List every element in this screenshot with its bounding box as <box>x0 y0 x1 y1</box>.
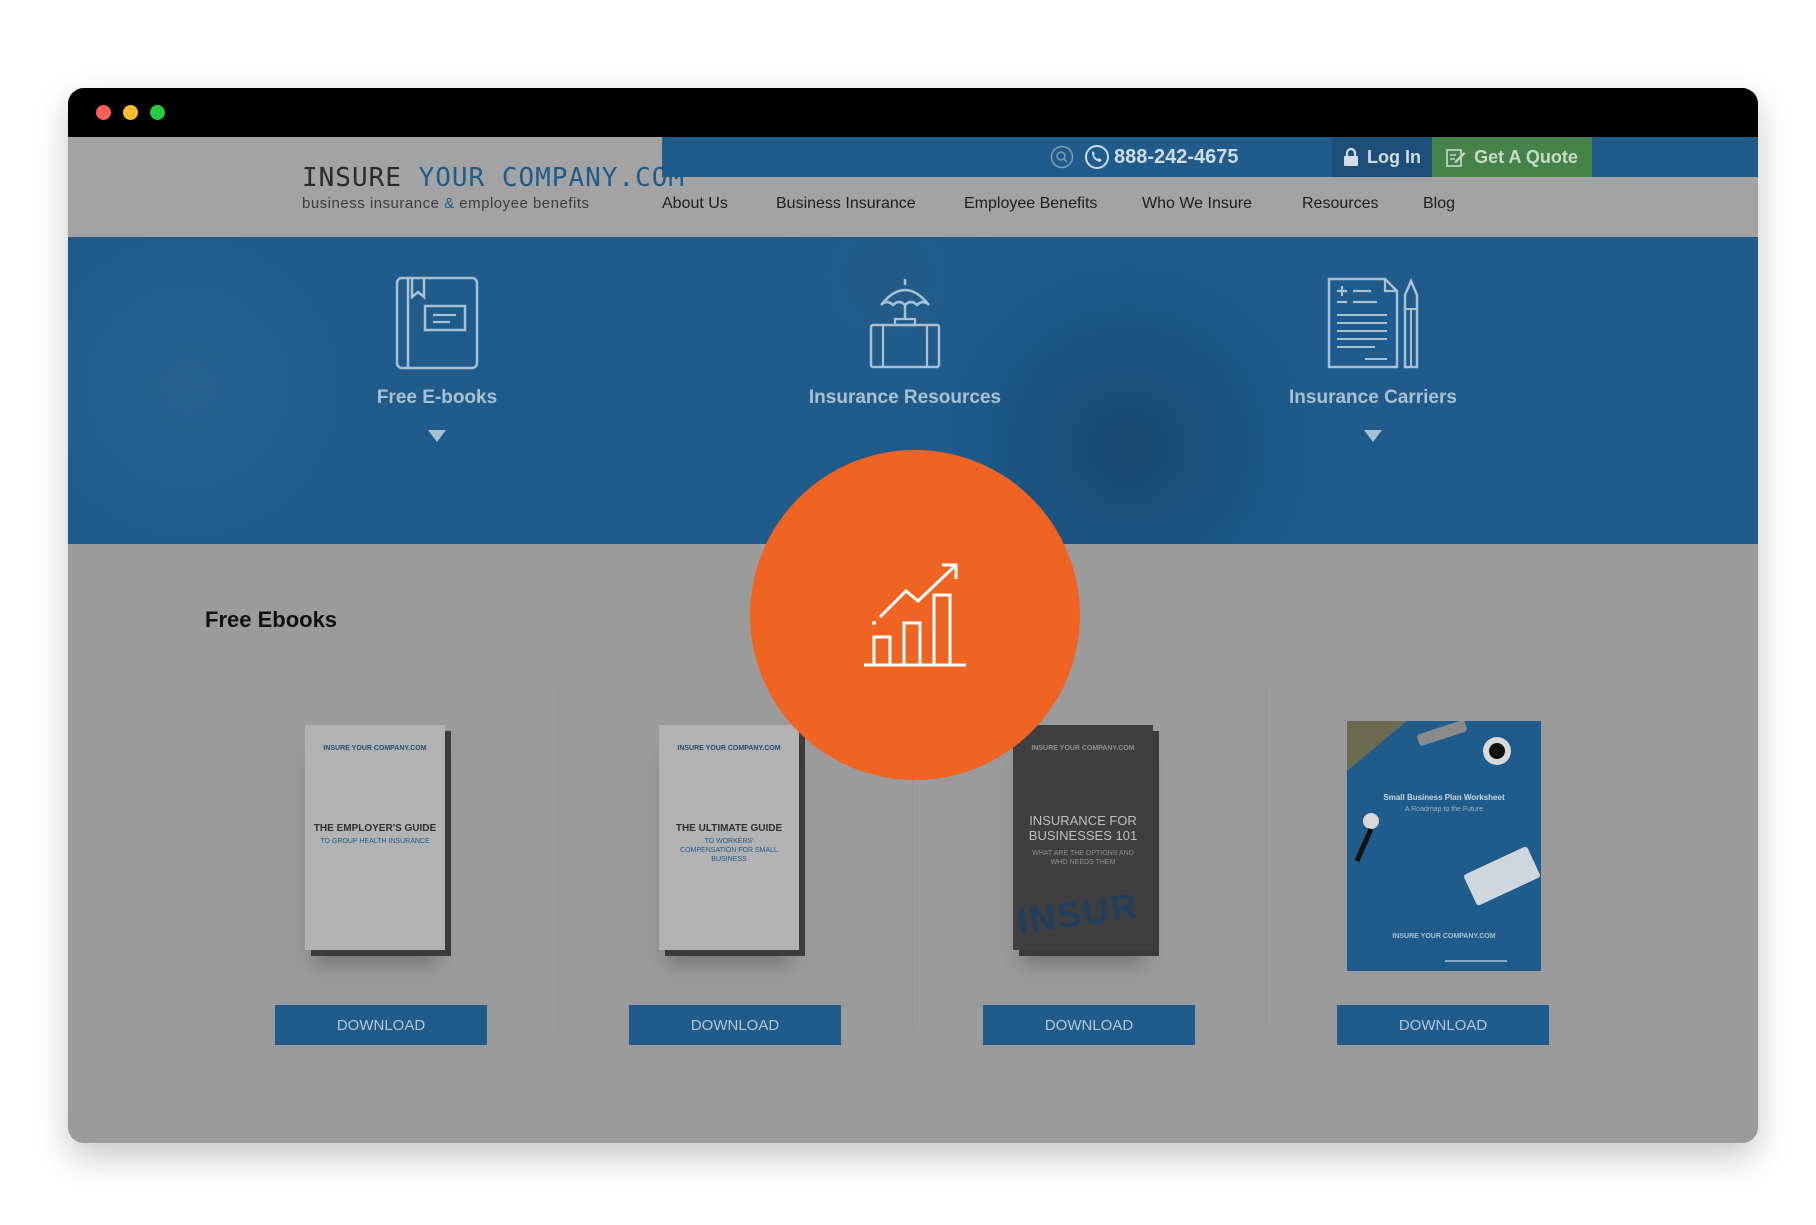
logo-part-2: YOUR COMPANY.COM <box>418 163 686 193</box>
ebook-cover-brand: INSURE YOUR COMPANY.COM <box>1031 745 1135 752</box>
ebook-cover-subtitle: A Roadmap to the Future <box>1404 806 1484 813</box>
ebook-cover-brand: INSURE YOUR COMPANY.COM <box>323 745 427 752</box>
site-header: INSURE YOUR COMPANY.COM business insuran… <box>68 137 1758 237</box>
ebook-cover-subtitle: TO WORKERS' COMPENSATION FOR SMALL BUSIN… <box>680 838 778 863</box>
login-button[interactable]: Log In <box>1332 137 1432 177</box>
ebook-cover-brand: INSURE YOUR COMPANY.COM <box>677 745 781 752</box>
ebook-card: INSURE YOUR COMPANY.COM THE EMPLOYER'S G… <box>205 685 559 1045</box>
phone-icon <box>1085 145 1109 169</box>
nav-resources[interactable]: Resources <box>1302 195 1378 213</box>
logo-wordmark: INSURE YOUR COMPANY.COM <box>302 163 685 193</box>
phone-number: 888-242-4675 <box>1114 145 1239 168</box>
nav-business-insurance[interactable]: Business Insurance <box>776 195 916 213</box>
browser-window: INSURE YOUR COMPANY.COM business insuran… <box>68 88 1758 1143</box>
hero-free-ebooks[interactable]: Free E-books <box>257 237 617 544</box>
growth-chart-badge <box>750 450 1080 780</box>
chevron-down-icon <box>1364 430 1382 442</box>
growth-chart-icon <box>864 563 966 667</box>
get-quote-label: Get A Quote <box>1474 146 1578 167</box>
phone-link[interactable]: 888-242-4675 <box>1084 143 1239 171</box>
hero-insurance-resources-label: Insurance Resources <box>808 387 1002 408</box>
ebook-cover-title: Small Business Plan Worksheet <box>1383 793 1505 802</box>
search-button[interactable] <box>1050 145 1074 169</box>
close-window-button[interactable] <box>96 105 111 120</box>
section-title: Free Ebooks <box>205 607 338 632</box>
hero-free-ebooks-label: Free E-books <box>376 387 498 408</box>
chevron-down-icon <box>428 430 446 442</box>
ebook-cover-title: INSURANCE FOR BUSINESSES 101 <box>1028 813 1138 843</box>
document-pen-icon <box>1325 275 1421 376</box>
ebook-cover-subtitle: WHAT ARE THE OPTIONS AND WHO NEEDS THEM <box>1032 850 1134 866</box>
ebook-cover-subtitle: TO GROUP HEALTH INSURANCE <box>320 838 430 845</box>
download-button[interactable]: DOWNLOAD <box>983 1005 1195 1045</box>
lock-icon <box>1344 147 1358 166</box>
tagline-part-2: employee benefits <box>454 195 590 212</box>
logo-part-1: INSURE <box>302 163 419 193</box>
download-button[interactable]: DOWNLOAD <box>1337 1005 1549 1045</box>
login-label: Log In <box>1367 146 1421 167</box>
maximize-window-button[interactable] <box>150 105 165 120</box>
minimize-window-button[interactable] <box>123 105 138 120</box>
window-titlebar <box>68 88 1758 137</box>
ebook-cover[interactable]: INSURE YOUR COMPANY.COM THE EMPLOYER'S G… <box>305 725 445 950</box>
ebook-cover[interactable]: INSURE YOUR COMPANY.COM THE ULTIMATE GUI… <box>659 725 799 950</box>
umbrella-briefcase-icon <box>867 275 943 376</box>
ebook-cover-graphic-word: INSUR <box>1014 884 1142 943</box>
nav-who-we-insure[interactable]: Who We Insure <box>1142 195 1252 213</box>
ebook-cover[interactable]: INSURE YOUR COMPANY.COM INSURANCE FOR BU… <box>1013 725 1153 950</box>
download-button[interactable]: DOWNLOAD <box>275 1005 487 1045</box>
nav-about-us[interactable]: About Us <box>662 195 728 213</box>
tagline-part-1: business insurance <box>302 195 445 212</box>
ebook-icon <box>394 275 480 376</box>
ebook-cover-brand: INSURE YOUR COMPANY.COM <box>1392 933 1496 940</box>
get-quote-button[interactable]: Get A Quote <box>1432 137 1592 177</box>
hero-insurance-carriers-label: Insurance Carriers <box>1289 387 1457 408</box>
edit-document-icon <box>1446 149 1466 167</box>
ebook-card: INSURE YOUR COMPANY.COM Small Business P… <box>1267 685 1621 1045</box>
ebook-cover-title: THE ULTIMATE GUIDE <box>675 823 783 834</box>
download-button[interactable]: DOWNLOAD <box>629 1005 841 1045</box>
hero-insurance-carriers[interactable]: Insurance Carriers <box>1193 237 1553 544</box>
site-logo[interactable]: INSURE YOUR COMPANY.COM business insuran… <box>302 163 685 212</box>
search-icon <box>1050 145 1074 169</box>
nav-employee-benefits[interactable]: Employee Benefits <box>964 195 1097 213</box>
tagline-ampersand: & <box>444 195 455 212</box>
nav-blog[interactable]: Blog <box>1423 195 1455 213</box>
utility-bar: 888-242-4675 Log In Get A Quote <box>662 137 1758 177</box>
ebook-cover[interactable]: INSURE YOUR COMPANY.COM Small Business P… <box>1347 721 1541 971</box>
ebook-cover-title: THE EMPLOYER'S GUIDE <box>313 823 437 834</box>
logo-tagline: business insurance & employee benefits <box>302 195 685 212</box>
